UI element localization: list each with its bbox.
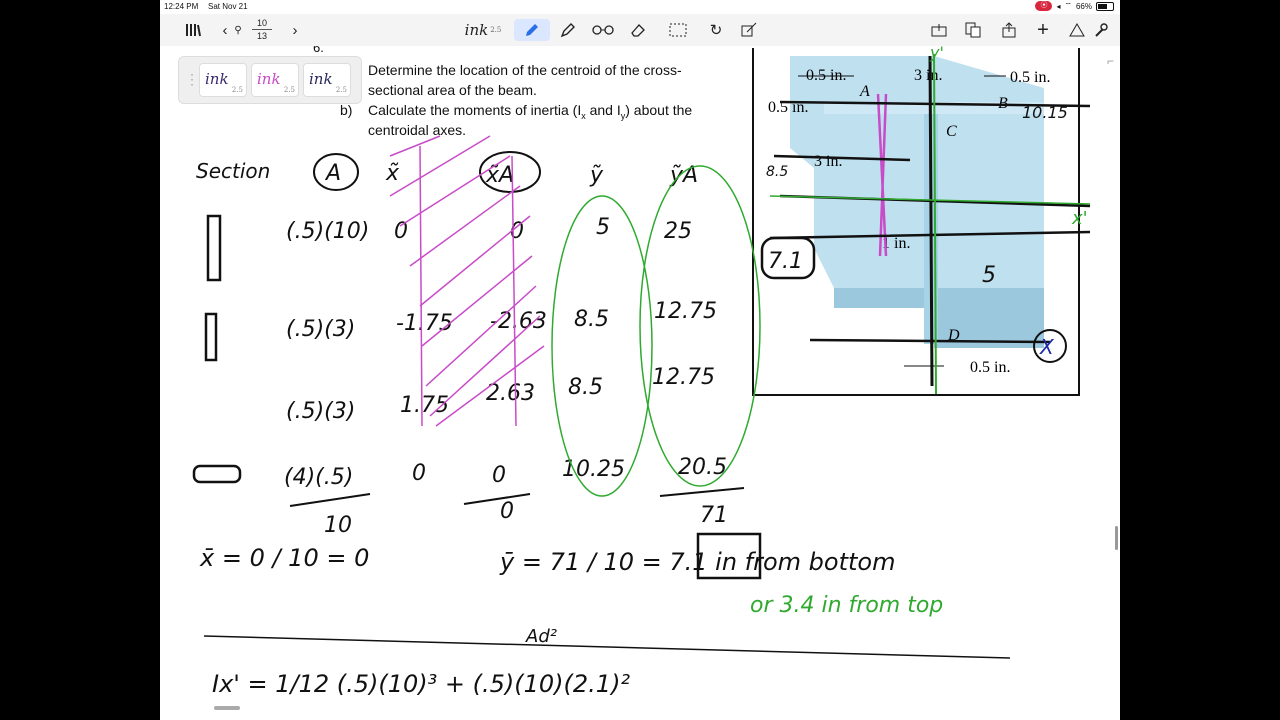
status-right: ⦿ ◂ ⌔ 66% (1035, 1, 1114, 11)
library-icon[interactable] (184, 19, 202, 41)
undo-icon[interactable]: ↻ (706, 19, 726, 41)
highlighter-icon[interactable] (556, 19, 580, 41)
copy-icon[interactable] (962, 19, 984, 41)
export-icon[interactable] (928, 19, 950, 41)
ink-fig-note-yprime: y' (929, 46, 944, 62)
ink-shape-left (204, 312, 218, 362)
ink-ad2: Ad² (525, 626, 557, 647)
ink-row1-ya: 25 (664, 219, 692, 244)
recording-indicator: ⦿ (1035, 1, 1053, 11)
note-canvas[interactable]: ⋮⋮ ink 2.5 ink 2.5 ink 2.5 6. Determine … (160, 46, 1120, 720)
ink-fig-note-71: 7.1 (768, 249, 803, 274)
eraser-icon[interactable] (626, 19, 650, 41)
lasso-icon[interactable] (588, 19, 618, 41)
ink-shape-flange (192, 464, 242, 484)
ink-row2-a: (.5)(3) (286, 317, 355, 342)
ink-row4-x: 0 (412, 461, 426, 486)
search-icon[interactable]: ⚲ (232, 19, 244, 41)
ink-row3-y: 8.5 (568, 375, 603, 400)
page-indicator[interactable]: 10 13 (244, 17, 280, 42)
ink-row4-a: (4)(.5) (284, 465, 353, 490)
page-corner-icon[interactable]: ⌐ (1107, 54, 1114, 68)
ink-fig-note-5: 5 (982, 263, 996, 288)
ink-green-loop-2 (639, 165, 761, 487)
battery-percent: 66% (1075, 1, 1092, 11)
wifi-icon: ⌔ (1064, 1, 1072, 10)
ink-fig-note-85: 8.5 (766, 164, 788, 180)
ink-fig-note-1015: 10.15 (1022, 103, 1068, 122)
ink-ybar-alt: or 3.4 in from top (750, 593, 943, 618)
ink-fig-note-x: X (1039, 335, 1055, 359)
ink-fig-note-xprime: x' (1071, 208, 1088, 229)
ink-row3-xa: 2.63 (486, 381, 535, 406)
status-time: 12:24 PM (164, 2, 199, 11)
ink-shape-web (206, 214, 222, 282)
battery-level-fill (1098, 3, 1108, 9)
ink-xbar: x̄ = 0 / 10 = 0 (199, 544, 369, 572)
ink-header-xa: x̃A (485, 163, 514, 188)
pen-icon[interactable] (514, 19, 550, 41)
ink-ybar: ȳ = 71 / 10 = 7.1 in from bottom (499, 548, 895, 576)
add-page-icon[interactable]: + (1032, 19, 1054, 41)
ink-header-section: Section (196, 159, 270, 183)
ink-sum-ya: 71 (700, 503, 728, 528)
selection-icon[interactable] (666, 19, 690, 41)
ink-label: ink (464, 21, 489, 39)
ink-row2-y: 8.5 (574, 307, 609, 332)
page-total: 13 (256, 31, 267, 41)
ink-sum-xa: 0 (500, 499, 514, 524)
ink-layer: Section A x̃ x̃A ỹ ỹA (.5)(10) 0 0 5 25 … (192, 46, 1091, 698)
ink-row2-ya: 12.75 (654, 299, 717, 324)
ink-row2-x: -1.75 (396, 311, 453, 336)
ink-green-loop-1 (551, 195, 653, 497)
shape-icon[interactable] (738, 19, 760, 41)
ink-magenta-web (876, 93, 888, 257)
status-bar: 12:24 PM Sat Nov 21 ⦿ ◂ ⌔ 66% (160, 0, 1120, 14)
ink-header-y: ỹ (589, 163, 604, 188)
more-icon[interactable] (1066, 19, 1088, 41)
ink-row3-ya: 12.75 (652, 365, 715, 390)
battery-icon (1096, 1, 1114, 11)
ink-header-x: x̃ (385, 161, 400, 186)
back-icon[interactable]: ‹ (218, 19, 232, 41)
ink-row2-xa: -2.63 (490, 309, 547, 334)
ink-row1-y: 5 (596, 215, 610, 240)
toolbar: ‹ ⚲ 10 13 › ink 2.5 ↻ + (160, 14, 1120, 47)
ink-row3-a: (.5)(3) (286, 399, 355, 424)
ink-row4-y: 10.25 (562, 457, 625, 482)
ink-header-a: A (324, 161, 341, 186)
share-icon[interactable] (998, 19, 1020, 41)
page-current: 10 (256, 18, 267, 28)
horizontal-scroll-thumb[interactable] (214, 706, 240, 710)
settings-icon[interactable] (1090, 19, 1112, 41)
ink-ix-line: Ix' = 1/12 (.5)(10)³ + (.5)(10)(2.1)² (212, 670, 630, 698)
scrollbar-thumb[interactable] (1115, 526, 1118, 550)
location-icon: ◂ (1056, 1, 1061, 11)
ink-sum-a: 10 (324, 513, 352, 538)
ink-row1-a: (.5)(10) (286, 219, 369, 244)
pen-size-label: 2.5 (490, 26, 502, 34)
forward-icon[interactable]: › (288, 19, 302, 41)
ink-row4-xa: 0 (492, 463, 506, 488)
pen-style-indicator[interactable]: ink 2.5 (460, 19, 506, 41)
status-date: Sat Nov 21 (208, 2, 248, 11)
